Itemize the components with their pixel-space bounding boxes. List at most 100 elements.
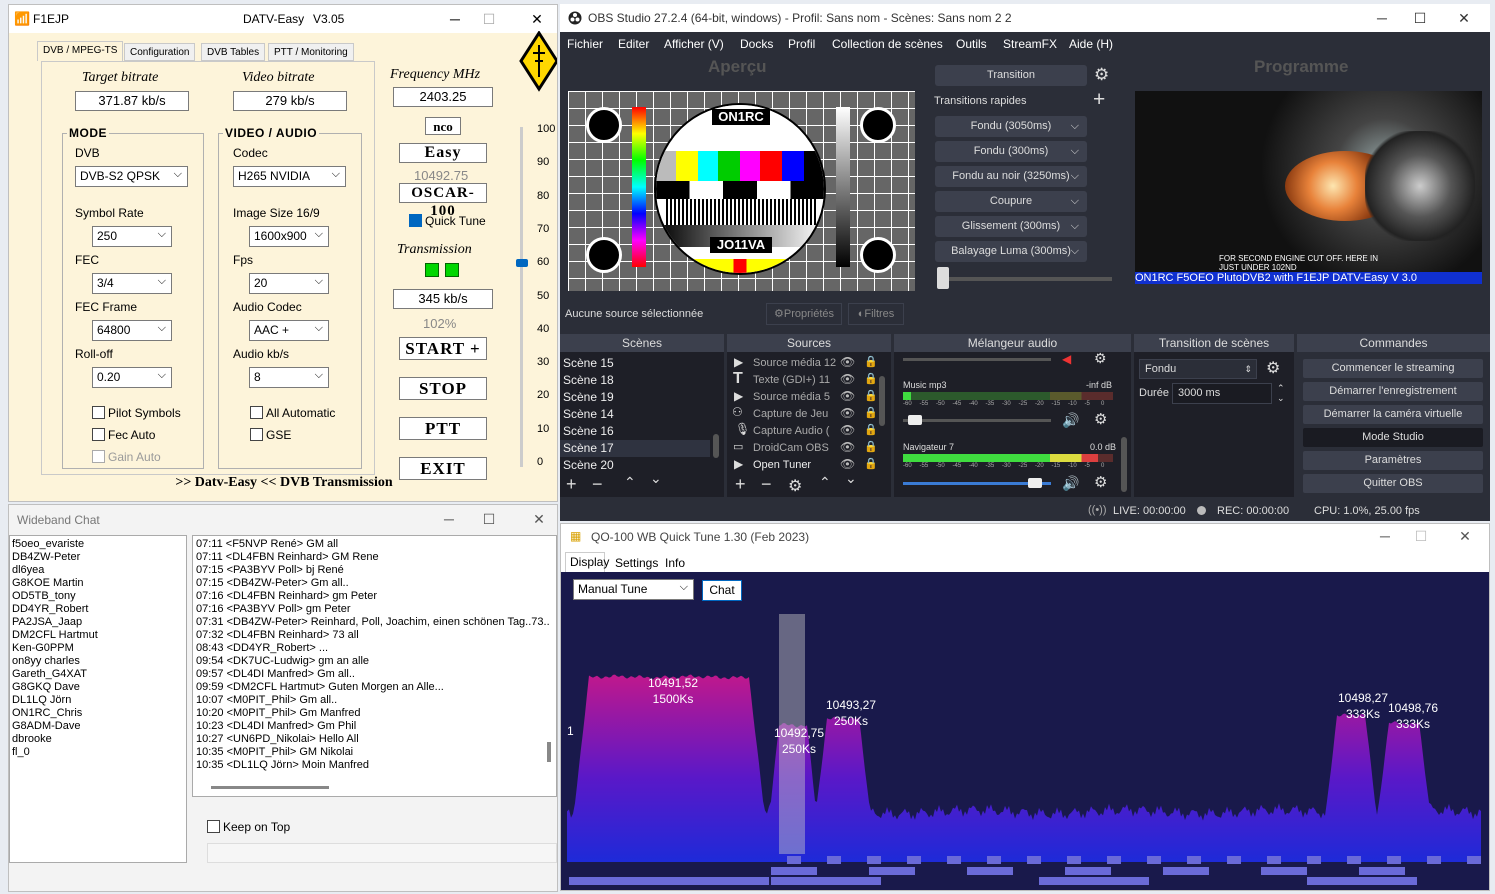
user-list-item[interactable]: DB4ZW-Peter xyxy=(12,551,80,564)
transition-fondu-noir[interactable]: Fondu au noir (3250ms) ⌵ xyxy=(935,166,1087,187)
channel-block[interactable] xyxy=(947,856,961,864)
chat-message-input[interactable] xyxy=(207,843,557,863)
scene-item[interactable]: Scène 18 xyxy=(563,373,614,387)
gear-icon[interactable]: ⚙ xyxy=(788,476,802,496)
codec-select[interactable]: H265 NVIDIA xyxy=(233,166,346,187)
arrow-up-icon[interactable]: ⌃ xyxy=(624,474,636,491)
sources-scrollbar[interactable] xyxy=(879,376,885,426)
channel-block[interactable] xyxy=(1107,856,1121,864)
menu-profil[interactable]: Profil xyxy=(788,37,815,51)
transition-type-select[interactable]: Fondu ⇕ xyxy=(1139,359,1257,379)
eye-icon[interactable]: 👁 xyxy=(840,440,855,454)
eye-icon[interactable]: 👁 xyxy=(840,457,855,471)
speaker-icon[interactable]: 🔊 xyxy=(1062,475,1079,492)
close-icon[interactable]: ✕ xyxy=(1454,8,1474,28)
channel-block[interactable] xyxy=(1359,867,1405,875)
maximize-icon[interactable]: ☐ xyxy=(479,9,499,29)
channel-block[interactable] xyxy=(1163,867,1209,875)
channel-block[interactable] xyxy=(1261,867,1307,875)
filters-button[interactable]: ◐Filtres xyxy=(848,303,904,325)
gse-checkbox[interactable]: GSE xyxy=(250,428,291,442)
mixer-fader-track[interactable] xyxy=(903,415,1051,425)
scene-item[interactable]: Scène 17 xyxy=(563,441,614,455)
image-size-select[interactable]: 1600x900 xyxy=(249,226,329,247)
dvb-select[interactable]: DVB-S2 QPSK xyxy=(75,166,188,187)
gear-icon[interactable]: ⚙ xyxy=(1094,65,1109,85)
menu-outils[interactable]: Outils xyxy=(956,37,987,51)
arrow-down-icon[interactable]: ⌄ xyxy=(845,470,857,487)
scene-item[interactable]: Scène 20 xyxy=(563,458,614,472)
remove-icon[interactable]: − xyxy=(592,474,603,495)
close-icon[interactable]: ✕ xyxy=(529,509,549,529)
properties-button[interactable]: ⚙Propriétés xyxy=(766,303,842,325)
channel-block[interactable] xyxy=(771,877,881,885)
scenes-scrollbar[interactable] xyxy=(713,434,719,458)
fps-input[interactable]: 20 xyxy=(249,273,329,294)
user-list-item[interactable]: Ken-G0PPM xyxy=(12,642,74,655)
peak-label[interactable]: 10498,76 333Ks xyxy=(1383,700,1443,732)
close-icon[interactable]: ✕ xyxy=(1455,526,1475,546)
minimize-icon[interactable]: ─ xyxy=(445,9,465,29)
transition-fondu-300[interactable]: Fondu (300ms) ⌵ xyxy=(935,141,1087,162)
speaker-icon[interactable]: 🔊 xyxy=(1062,412,1079,429)
message-hscrollbar[interactable] xyxy=(211,786,329,789)
user-list-item[interactable]: dl6yea xyxy=(12,564,44,577)
studio-mode-button[interactable]: Mode Studio xyxy=(1303,428,1483,447)
channel-block[interactable] xyxy=(1267,856,1281,864)
user-list-item[interactable]: on8yy charles xyxy=(12,655,80,668)
user-list-item[interactable]: DD4YR_Robert xyxy=(12,603,88,616)
minimize-icon[interactable]: ─ xyxy=(1375,526,1395,546)
user-list-item[interactable]: G8GKQ Dave xyxy=(12,681,80,694)
remove-icon[interactable]: − xyxy=(761,474,772,495)
user-list-item[interactable]: DM2CFL Hartmut xyxy=(12,629,98,642)
gain-slider-track[interactable] xyxy=(520,127,523,467)
start-recording-button[interactable]: Démarrer l'enregistrement xyxy=(1303,382,1483,401)
eye-icon[interactable]: 👁 xyxy=(840,372,855,386)
channel-block[interactable] xyxy=(1147,856,1161,864)
source-item[interactable]: DroidCam OBS xyxy=(753,442,837,454)
tune-mode-select[interactable]: Manual Tune xyxy=(573,579,694,600)
oscar-button[interactable]: OSCAR-100 xyxy=(399,183,487,219)
menu-streamfx[interactable]: StreamFX xyxy=(1003,37,1057,51)
channel-block[interactable] xyxy=(1467,856,1481,864)
peak-label[interactable]: 10492,75 250Ks xyxy=(769,725,829,757)
user-list-item[interactable]: G8ADM-Dave xyxy=(12,720,80,733)
tab-info[interactable]: Info xyxy=(665,556,685,570)
channel-block[interactable] xyxy=(1307,877,1417,885)
gear-icon[interactable]: ⚙ xyxy=(1094,473,1107,491)
channel-block[interactable] xyxy=(869,867,915,875)
ptt-button[interactable]: PTT xyxy=(399,417,487,440)
scene-item[interactable]: Scène 16 xyxy=(563,424,614,438)
transition-balayage[interactable]: Balayage Luma (300ms) ⌵ xyxy=(935,241,1087,262)
user-list-item[interactable]: PA2JSA_Jaap xyxy=(12,616,82,629)
scene-item[interactable]: Scène 14 xyxy=(563,407,614,421)
eye-icon[interactable]: 👁 xyxy=(840,389,855,403)
lock-icon[interactable]: 🔒 xyxy=(864,389,878,402)
minimize-icon[interactable]: ─ xyxy=(439,509,459,529)
mixer-fader-handle[interactable] xyxy=(1027,478,1042,488)
close-icon[interactable]: ✕ xyxy=(527,9,547,29)
channel-block[interactable] xyxy=(827,856,841,864)
menu-docks[interactable]: Docks xyxy=(740,37,773,51)
message-scrollbar-thumb[interactable] xyxy=(547,742,551,762)
lock-icon[interactable]: 🔒 xyxy=(864,457,878,470)
fec-select[interactable]: 3/4 xyxy=(92,273,172,294)
user-list-item[interactable]: ON1RC_Chris xyxy=(12,707,82,720)
fec-frame-select[interactable]: 64800 xyxy=(92,320,172,341)
channel-block[interactable] xyxy=(1027,856,1041,864)
transition-button[interactable]: Transition xyxy=(935,65,1087,86)
lock-icon[interactable]: 🔒 xyxy=(864,440,878,453)
tab-settings[interactable]: Settings xyxy=(615,556,658,570)
mixer-scrollbar[interactable] xyxy=(1121,437,1127,492)
start-streaming-button[interactable]: Commencer le streaming xyxy=(1303,359,1483,378)
menu-collection[interactable]: Collection de scènes xyxy=(832,37,943,51)
eye-icon[interactable]: 👁 xyxy=(840,355,855,369)
maximize-icon[interactable]: ☐ xyxy=(1410,8,1430,28)
channel-block[interactable] xyxy=(907,856,921,864)
gear-icon[interactable]: ⚙ xyxy=(1094,350,1107,367)
channel-block[interactable] xyxy=(1067,856,1081,864)
tab-dvb-mpeg[interactable]: DVB / MPEG-TS xyxy=(37,41,124,61)
lock-icon[interactable]: 🔒 xyxy=(864,423,878,436)
start-button[interactable]: START + xyxy=(399,337,487,360)
program-video[interactable]: FOR SECOND ENGINE CUT OFF. HERE IN JUST … xyxy=(1135,91,1482,284)
